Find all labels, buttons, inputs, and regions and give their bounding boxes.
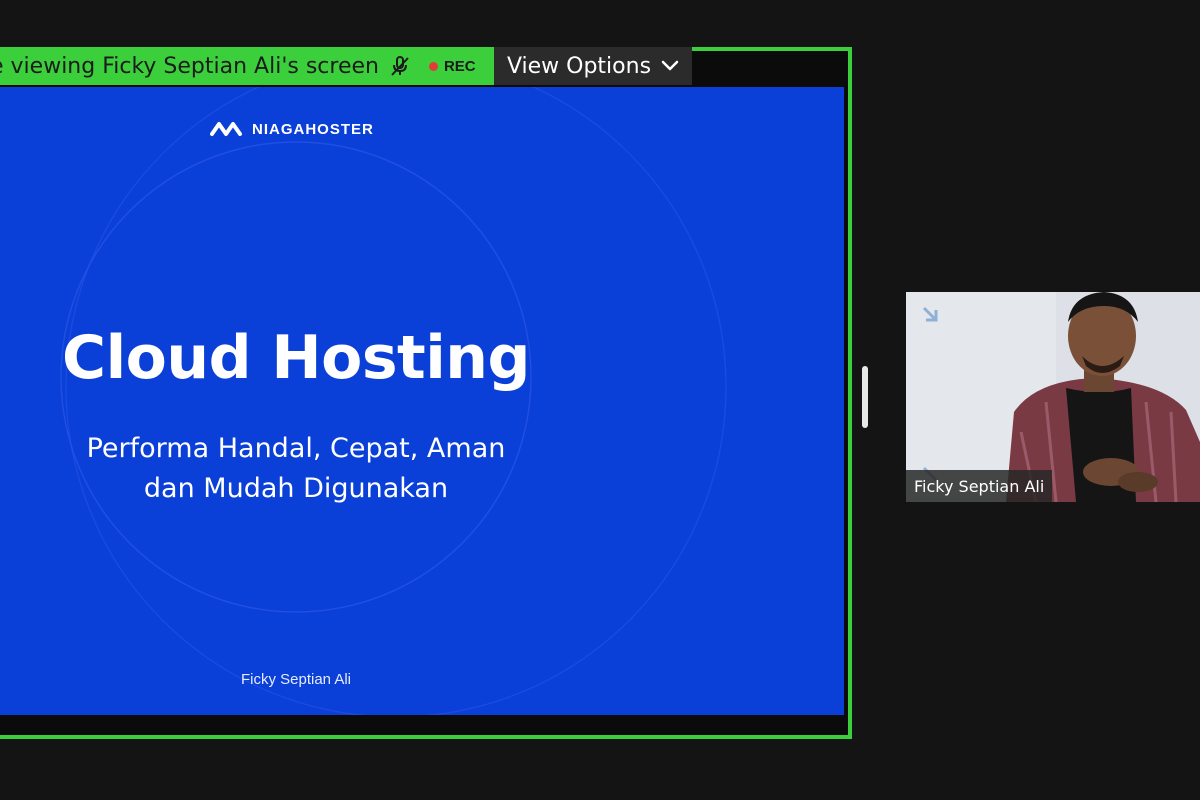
recording-dot-icon <box>428 61 438 71</box>
share-status-text: e viewing Ficky Septian Ali's screen <box>0 53 379 79</box>
participant-name-label: Ficky Septian Ali <box>906 470 1053 502</box>
slide-subtitle-line-2: dan Mudah Digunakan <box>143 473 449 504</box>
niagahoster-logo-icon <box>210 122 242 136</box>
slide-subtitle-line-1: Performa Handal, Cepat, Aman <box>86 433 506 464</box>
presentation-slide: NIAGAHOSTER Cloud Hosting Performa Handa… <box>0 87 844 715</box>
slide-decoration <box>60 87 727 715</box>
brand-logo-group: NIAGAHOSTER <box>210 119 374 139</box>
recording-indicator: REC <box>428 57 476 75</box>
slide-author: Ficky Septian Ali <box>240 671 352 688</box>
view-options-label: View Options <box>506 53 652 79</box>
slide-subtitle: Performa Handal, Cepat, Aman dan Mudah D… <box>0 429 596 509</box>
shared-screen-frame: NIAGAHOSTER Cloud Hosting Performa Handa… <box>0 47 852 739</box>
screen-share-banner: e viewing Ficky Septian Ali's screen REC <box>0 47 494 85</box>
brand-name: NIAGAHOSTER <box>252 120 374 138</box>
zoom-meeting-window: NIAGAHOSTER Cloud Hosting Performa Handa… <box>0 0 1200 800</box>
slide-title: Cloud Hosting <box>62 323 530 393</box>
participant-video-tile[interactable]: Ficky Septian Ali <box>906 292 1200 502</box>
chevron-down-icon <box>661 60 679 71</box>
split-view-resize-handle[interactable] <box>862 366 868 428</box>
mic-muted-icon <box>391 56 409 76</box>
recording-label: REC <box>443 57 476 75</box>
view-options-button[interactable]: View Options <box>494 47 692 85</box>
